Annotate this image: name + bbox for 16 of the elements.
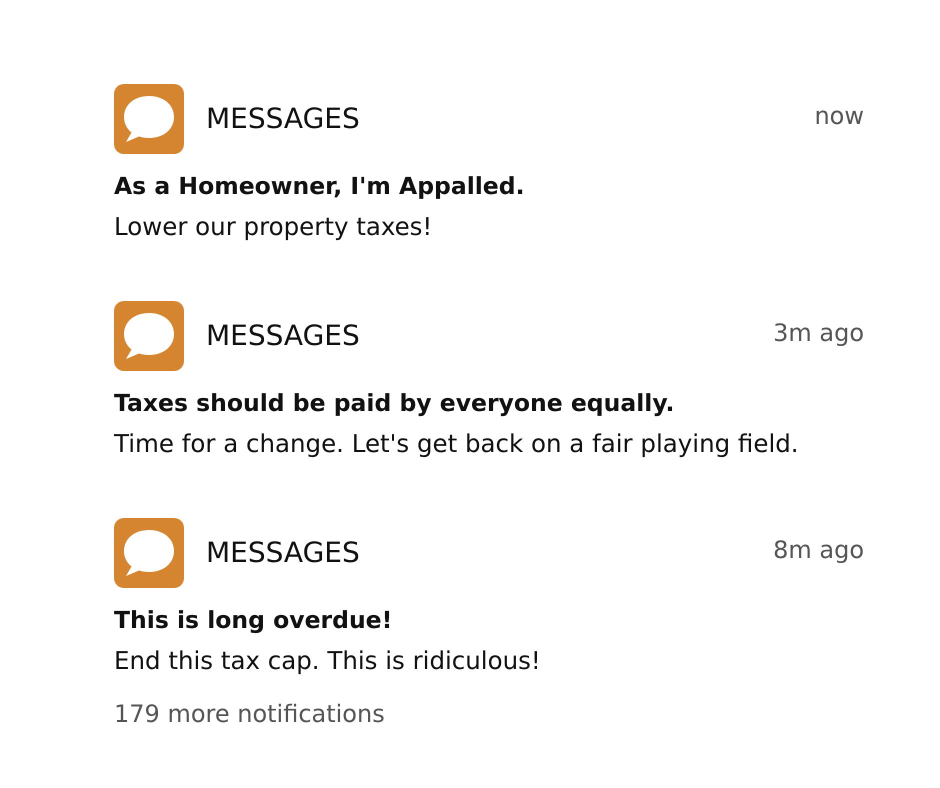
- app-name: MESSAGES: [206, 536, 360, 570]
- speech-bubble-icon: [114, 84, 184, 154]
- speech-bubble-icon: [114, 518, 184, 588]
- notification-title: This is long overdue!: [114, 605, 392, 636]
- notification-time: now: [814, 101, 864, 131]
- app-name: MESSAGES: [206, 102, 360, 136]
- notification-time: 8m ago: [773, 535, 864, 565]
- speech-bubble-icon: [114, 301, 184, 371]
- notification-body: Lower our property taxes!: [114, 211, 432, 243]
- notification-time: 3m ago: [773, 318, 864, 348]
- notification-title: As a Homeowner, I'm Appalled.: [114, 171, 524, 202]
- notification-title: Taxes should be paid by everyone equally.: [114, 388, 674, 419]
- more-notifications-text: 179 more notifications: [114, 699, 385, 730]
- notification-body: End this tax cap. This is ridiculous!: [114, 645, 541, 677]
- app-name: MESSAGES: [206, 319, 360, 353]
- notification-body: Time for a change. Let's get back on a fair playing field.: [114, 428, 799, 460]
